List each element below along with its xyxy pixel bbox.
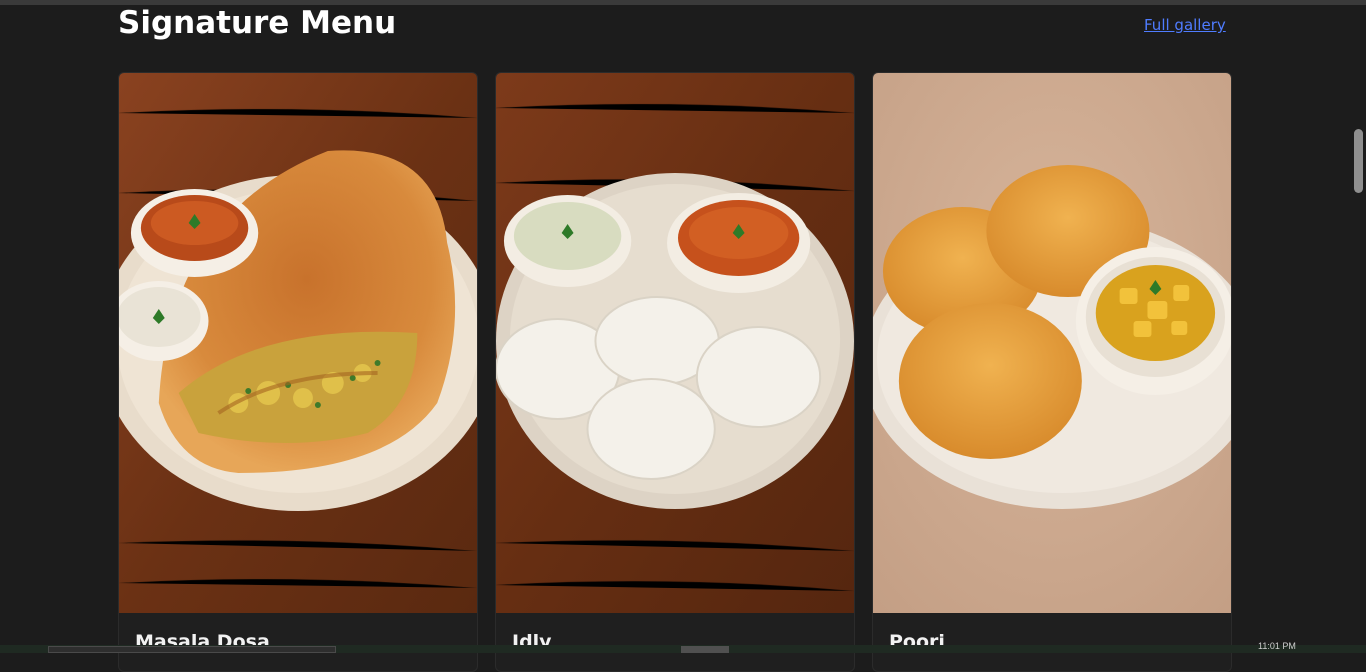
menu-card-masala-dosa[interactable]: Masala Dosa	[118, 72, 478, 672]
full-gallery-link[interactable]: Full gallery	[1144, 16, 1226, 34]
scrollbar-thumb[interactable]	[1354, 129, 1363, 193]
idly-photo	[496, 73, 854, 613]
poori-photo	[873, 73, 1231, 613]
menu-card-poori[interactable]: Poori	[872, 72, 1232, 672]
menu-card-idly[interactable]: Idly	[495, 72, 855, 672]
taskbar-search-box[interactable]	[48, 646, 336, 653]
taskbar-app-icon[interactable]	[681, 646, 729, 653]
masala-dosa-photo	[119, 73, 477, 613]
taskbar: 11:01 PM	[0, 641, 1366, 653]
vertical-scrollbar[interactable]	[1350, 5, 1366, 645]
taskbar-clock: 11:01 PM	[1258, 641, 1296, 651]
page-title: Signature Menu	[118, 5, 397, 41]
